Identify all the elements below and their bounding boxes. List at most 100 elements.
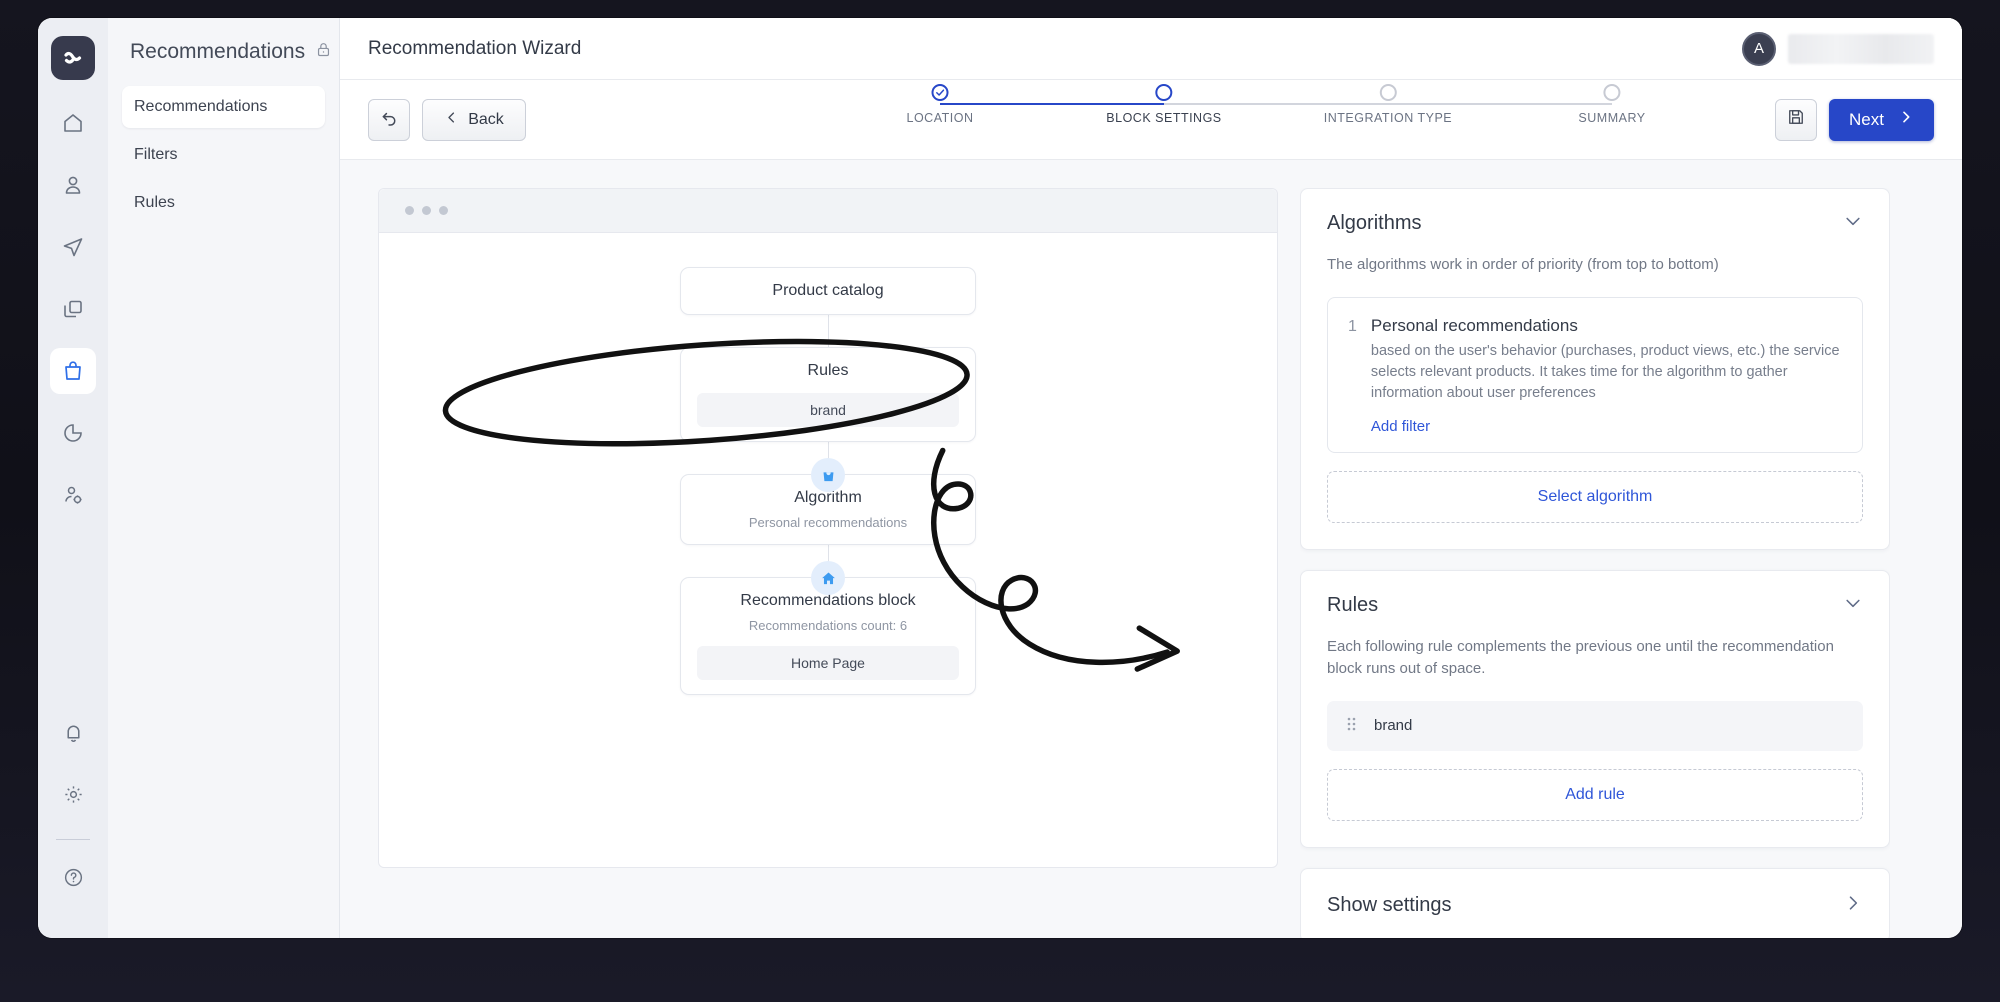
- flow-node-rules[interactable]: Rules brand: [680, 347, 976, 442]
- rules-card-header[interactable]: Rules: [1327, 593, 1863, 618]
- save-button[interactable]: [1775, 99, 1817, 141]
- sidebar-item-filters[interactable]: Filters: [122, 134, 325, 176]
- step-dot-done: [931, 84, 948, 101]
- sidebar-item-recommendations[interactable]: Recommendations: [122, 86, 325, 128]
- annotation-arrow-head: [1137, 628, 1177, 669]
- topbar-right-group: A: [1742, 32, 1934, 66]
- add-rule-button[interactable]: Add rule: [1327, 769, 1863, 821]
- node-subtitle: Recommendations count: 6: [697, 618, 959, 633]
- step-label: BLOCK SETTINGS: [1106, 111, 1221, 125]
- user-settings-icon[interactable]: [50, 472, 96, 518]
- wizard-stepper: LOCATION BLOCK SETTINGS INTEGRATION TYPE: [940, 94, 1612, 150]
- step-dot-todo: [1379, 84, 1396, 101]
- undo-button[interactable]: [368, 99, 410, 141]
- add-filter-button[interactable]: Add filter: [1371, 418, 1430, 435]
- rule-label: brand: [1374, 717, 1412, 734]
- step-label: SUMMARY: [1578, 111, 1645, 125]
- canvas-body: Product catalog Rules brand: [379, 233, 1277, 867]
- canvas-dot: [405, 206, 414, 215]
- rules-title: Rules: [1327, 594, 1378, 617]
- show-settings-title: Show settings: [1327, 894, 1452, 917]
- rule-row[interactable]: brand: [1327, 701, 1863, 751]
- show-settings-card[interactable]: Show settings: [1300, 868, 1890, 938]
- step-location[interactable]: LOCATION: [907, 84, 974, 125]
- step-summary[interactable]: SUMMARY: [1578, 84, 1645, 125]
- screen-root: Recommendations Recommendations Filters …: [0, 0, 2000, 1002]
- step-dot-current: [1155, 84, 1172, 101]
- canvas-header: [379, 189, 1277, 233]
- algorithm-number: 1: [1348, 316, 1357, 436]
- next-button[interactable]: Next: [1829, 99, 1934, 141]
- flow-node-algorithm[interactable]: Algorithm Personal recommendations: [680, 474, 976, 545]
- node-chip-page[interactable]: Home Page: [697, 646, 959, 680]
- rules-card: Rules Each following rule complements th…: [1300, 570, 1890, 848]
- top-bar: Recommendation Wizard A: [340, 18, 1962, 80]
- step-block-settings[interactable]: BLOCK SETTINGS: [1106, 84, 1221, 125]
- sidebar-item-label: Recommendations: [134, 98, 267, 115]
- page-title: Recommendation Wizard: [368, 38, 581, 60]
- algorithms-description: The algorithms work in order of priority…: [1327, 254, 1863, 277]
- chevron-down-icon[interactable]: [1843, 211, 1863, 236]
- wizard-toolbar: Back LOCATION: [340, 80, 1962, 160]
- stepper-track: LOCATION BLOCK SETTINGS INTEGRATION TYPE: [940, 94, 1612, 114]
- algorithm-item[interactable]: 1 Personal recommendations based on the …: [1327, 297, 1863, 453]
- algorithm-name: Personal recommendations: [1371, 316, 1842, 336]
- node-chip-rule[interactable]: brand: [697, 393, 959, 427]
- main-area: Recommendation Wizard A: [340, 18, 1962, 938]
- paper-plane-icon[interactable]: [50, 224, 96, 270]
- chevron-down-icon[interactable]: [1843, 593, 1863, 618]
- rail-bottom-group: [50, 709, 96, 938]
- sidebar-title: Recommendations: [130, 40, 305, 64]
- rail-divider: [56, 839, 90, 840]
- icon-rail: [38, 18, 108, 938]
- home-icon[interactable]: [50, 100, 96, 146]
- back-label: Back: [468, 111, 504, 129]
- step-label: LOCATION: [907, 111, 974, 125]
- back-button[interactable]: Back: [422, 99, 526, 141]
- user-icon[interactable]: [50, 162, 96, 208]
- brand-logo-icon[interactable]: [51, 36, 95, 80]
- save-disk-icon: [1786, 107, 1806, 132]
- node-title: Rules: [697, 362, 959, 380]
- canvas-dot: [422, 206, 431, 215]
- algorithms-card-header[interactable]: Algorithms: [1327, 211, 1863, 236]
- algorithms-card: Algorithms The algorithms work in order …: [1300, 188, 1890, 550]
- canvas-dot: [439, 206, 448, 215]
- settings-panel: Algorithms The algorithms work in order …: [1300, 188, 1890, 938]
- bell-icon[interactable]: [50, 709, 96, 755]
- sidebar-item-label: Filters: [134, 146, 178, 163]
- sidebar-item-rules[interactable]: Rules: [122, 182, 325, 224]
- secondary-sidebar: Recommendations Recommendations Filters …: [108, 18, 340, 938]
- next-label: Next: [1849, 110, 1884, 130]
- content-area: Product catalog Rules brand: [340, 160, 1962, 938]
- rules-description: Each following rule complements the prev…: [1327, 636, 1863, 681]
- help-circle-icon[interactable]: [50, 854, 96, 900]
- sidebar-item-label: Rules: [134, 194, 175, 211]
- chevron-left-icon: [444, 110, 459, 130]
- undo-arrow-icon: [379, 107, 400, 133]
- flow-canvas: Product catalog Rules brand: [378, 188, 1278, 868]
- flow-node-product-catalog[interactable]: Product catalog: [680, 267, 976, 315]
- avatar[interactable]: A: [1742, 32, 1776, 66]
- sidebar-title-row: Recommendations: [122, 40, 325, 86]
- wizard-actions: Next: [1775, 99, 1934, 141]
- select-algorithm-button[interactable]: Select algorithm: [1327, 471, 1863, 523]
- shopping-bag-badge-icon: [811, 458, 845, 492]
- pie-chart-icon[interactable]: [50, 410, 96, 456]
- home-badge-icon: [811, 561, 845, 595]
- shopping-bag-icon[interactable]: [50, 348, 96, 394]
- flow-node-recommendations-block[interactable]: Recommendations block Recommendations co…: [680, 577, 976, 695]
- node-subtitle: Personal recommendations: [697, 515, 959, 530]
- step-integration-type[interactable]: INTEGRATION TYPE: [1324, 84, 1452, 125]
- user-name-redacted: [1788, 34, 1934, 64]
- app-window: Recommendations Recommendations Filters …: [38, 18, 1962, 938]
- chevron-right-icon[interactable]: [1843, 893, 1863, 918]
- node-title: Product catalog: [697, 282, 959, 300]
- layers-icon[interactable]: [50, 286, 96, 332]
- avatar-initial: A: [1754, 40, 1764, 57]
- gear-icon[interactable]: [50, 771, 96, 817]
- drag-handle-icon[interactable]: [1347, 716, 1356, 735]
- lock-icon: [315, 40, 332, 64]
- step-dot-todo: [1603, 84, 1620, 101]
- algorithms-title: Algorithms: [1327, 212, 1421, 235]
